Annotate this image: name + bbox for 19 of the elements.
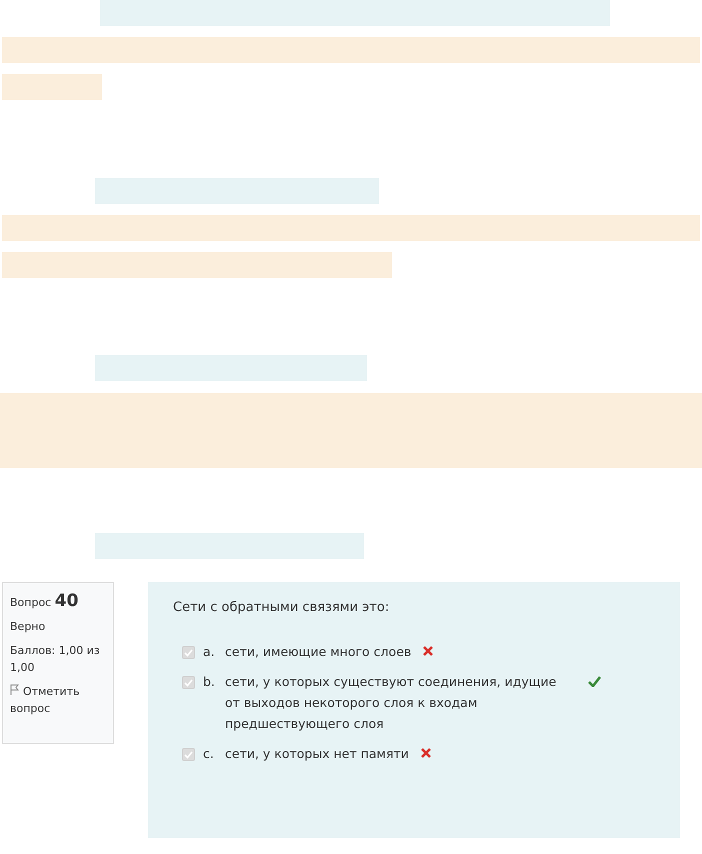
checkbox[interactable] bbox=[182, 676, 195, 689]
score-text: Баллов: 1,00 из 1,00 bbox=[10, 643, 101, 676]
answer-letter: c. bbox=[203, 745, 215, 763]
question-number: 40 bbox=[54, 591, 78, 611]
answer-letter: a. bbox=[203, 643, 216, 661]
flag-question-link[interactable]: Отметить вопрос bbox=[10, 683, 110, 717]
flag-icon bbox=[10, 684, 19, 695]
checkbox[interactable] bbox=[182, 646, 195, 659]
cross-icon bbox=[423, 646, 434, 656]
answer-text: сети, у которых нет памяти bbox=[225, 745, 409, 763]
answer-letter: b. bbox=[203, 673, 216, 691]
checkbox[interactable] bbox=[182, 748, 195, 761]
question-label: Вопрос bbox=[10, 596, 52, 609]
status-text: Верно bbox=[10, 619, 46, 635]
question-text: Сети с обратными связями это: bbox=[173, 600, 390, 615]
check-icon bbox=[588, 676, 601, 687]
answer-text: сети, у которых существуют соединения, идущие от выходов некоторого слоя к входам предшествующего слоя bbox=[225, 673, 558, 733]
answer-text: сети, имеющие много слоев bbox=[225, 643, 412, 661]
cross-icon bbox=[420, 748, 431, 758]
